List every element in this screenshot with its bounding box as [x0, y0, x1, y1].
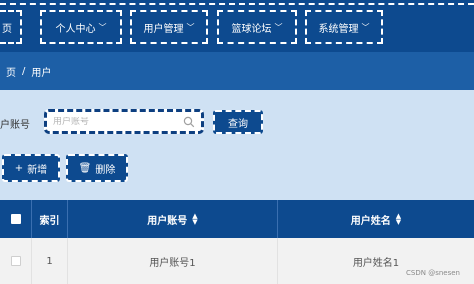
nav-item-label: 个人中心 [55, 23, 96, 35]
cell-index: 1 [32, 238, 68, 284]
watermark: CSDN @snesen [406, 269, 460, 277]
breadcrumb-current: 用户 [31, 67, 52, 79]
trash-icon: 🗑 [78, 162, 92, 174]
query-button-label: 查询 [228, 118, 248, 130]
nav-item-system-management[interactable]: 系统管理 ﹀ [305, 10, 383, 44]
add-button-label: 新增 [27, 164, 48, 176]
nav-item-label: 篮球论坛 [231, 23, 272, 35]
table-row[interactable]: 1 用户账号1 用户姓名1 [0, 238, 474, 284]
chevron-down-icon: ﹀ [186, 22, 195, 32]
nav-item-basketball-forum[interactable]: 篮球论坛 ﹀ [217, 10, 297, 44]
table-header: 索引 用户账号 ▲ ▼ 用户姓名 ▲ ▼ [0, 200, 474, 238]
row-select[interactable] [0, 238, 32, 284]
search-label: 户账号 [0, 120, 30, 131]
top-navigation-bar: 页 个人中心 ﹀ 用户管理 ﹀ 篮球论坛 ﹀ 系统管理 ﹀ [0, 0, 474, 52]
search-input[interactable] [53, 116, 183, 127]
nav-item-label: 系统管理 [318, 23, 359, 35]
header-index: 索引 [32, 200, 68, 238]
delete-button-label: 删除 [95, 164, 116, 176]
header-name-label: 用户姓名 [350, 215, 391, 227]
add-button[interactable]: + 新增 [2, 154, 60, 182]
nav-item-label: 用户管理 [143, 23, 184, 35]
nav-top-dashed-border [0, 3, 474, 5]
nav-item-user-management[interactable]: 用户管理 ﹀ [130, 10, 208, 44]
breadcrumb: 页 / 用户 [0, 52, 474, 90]
row-checkbox[interactable] [10, 256, 21, 266]
breadcrumb-separator: / [22, 65, 26, 77]
chevron-down-icon: ﹀ [98, 22, 107, 32]
nav-item-home[interactable]: 页 [0, 10, 22, 44]
nav-item-label: 页 [2, 23, 12, 35]
nav-item-personal-center[interactable]: 个人中心 ﹀ [40, 10, 122, 44]
select-all-checkbox[interactable] [10, 214, 21, 224]
header-index-label: 索引 [39, 215, 60, 227]
header-account[interactable]: 用户账号 ▲ ▼ [68, 200, 278, 238]
header-name[interactable]: 用户姓名 ▲ ▼ [278, 200, 474, 238]
header-account-label: 用户账号 [147, 215, 188, 227]
query-button[interactable]: 查询 [213, 110, 263, 134]
search-icon [183, 116, 195, 127]
chevron-down-icon: ﹀ [361, 22, 370, 32]
sort-icon[interactable]: ▲ ▼ [192, 213, 197, 226]
search-field[interactable] [44, 109, 204, 134]
sort-icon[interactable]: ▲ ▼ [396, 213, 401, 226]
header-select-all[interactable] [0, 200, 32, 238]
breadcrumb-parent[interactable]: 页 [6, 64, 16, 79]
chevron-down-icon: ﹀ [274, 22, 283, 32]
plus-icon: + [14, 162, 24, 174]
cell-name: 用户姓名1 [352, 257, 400, 269]
cell-account: 用户账号1 [68, 238, 278, 284]
delete-button[interactable]: 🗑 删除 [66, 154, 128, 182]
